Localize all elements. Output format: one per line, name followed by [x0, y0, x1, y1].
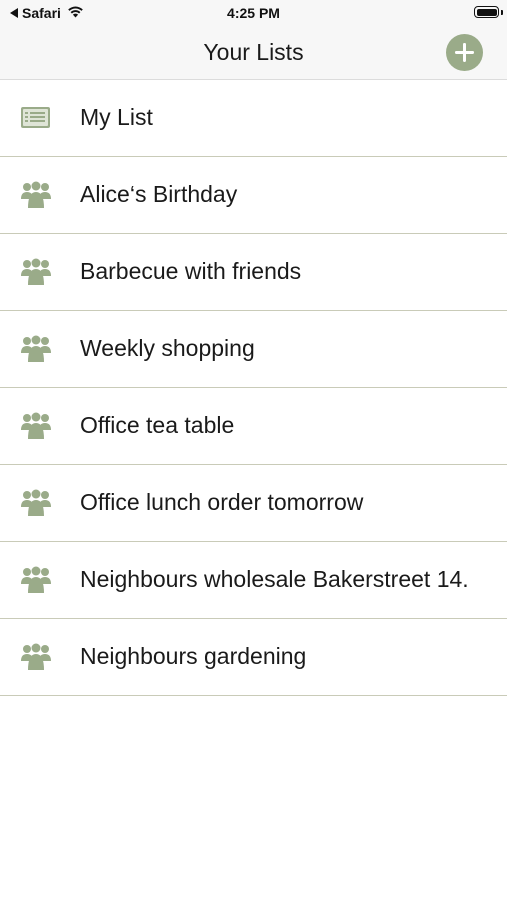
list-item-my-list[interactable]: My List: [0, 80, 507, 157]
list-item-alices-birthday[interactable]: Alice‘s Birthday: [0, 157, 507, 234]
battery-cap: [501, 10, 503, 15]
group-icon: [20, 179, 52, 211]
list-item-label: My List: [80, 104, 153, 130]
list-item-office-lunch[interactable]: Office lunch order tomorrow: [0, 465, 507, 542]
navigation-bar: Your Lists: [0, 28, 507, 80]
list-item-label: Office tea table: [80, 412, 235, 438]
list-item-office-tea-table[interactable]: Office tea table: [0, 388, 507, 465]
list-item-neighbours-gardening[interactable]: Neighbours gardening: [0, 619, 507, 696]
list-item-neighbours-wholesale[interactable]: Neighbours wholesale Bakerstreet 14.: [0, 542, 507, 619]
list-item-weekly-shopping[interactable]: Weekly shopping: [0, 311, 507, 388]
group-icon: [20, 410, 52, 442]
list-item-label: Barbecue with friends: [80, 258, 302, 284]
list-icon: [20, 102, 52, 134]
list-item-label: Office lunch order tomorrow: [80, 489, 364, 515]
plus-icon: [455, 43, 474, 62]
group-icon: [20, 564, 52, 596]
list-item-label: Neighbours gardening: [80, 643, 307, 669]
status-time: 4:25 PM: [227, 5, 280, 21]
status-bar: Safari 4:25 PM: [0, 0, 507, 28]
list-item-barbecue[interactable]: Barbecue with friends: [0, 234, 507, 311]
app-screen: Safari 4:25 PM Your Lists My List Alice‘…: [0, 0, 507, 900]
list-item-label: Neighbours wholesale Bakerstreet 14.: [80, 566, 469, 592]
group-icon: [20, 487, 52, 519]
add-list-button[interactable]: [446, 34, 483, 71]
group-icon: [20, 333, 52, 365]
list-item-label: Alice‘s Birthday: [80, 181, 238, 207]
battery-icon: [474, 6, 499, 18]
group-icon: [20, 641, 52, 673]
list-item-label: Weekly shopping: [80, 335, 255, 361]
lists-table: My List Alice‘s Birthday Barbecue with f…: [0, 80, 507, 696]
battery-fill: [476, 8, 497, 16]
group-icon: [20, 256, 52, 288]
page-title: Your Lists: [203, 39, 304, 65]
